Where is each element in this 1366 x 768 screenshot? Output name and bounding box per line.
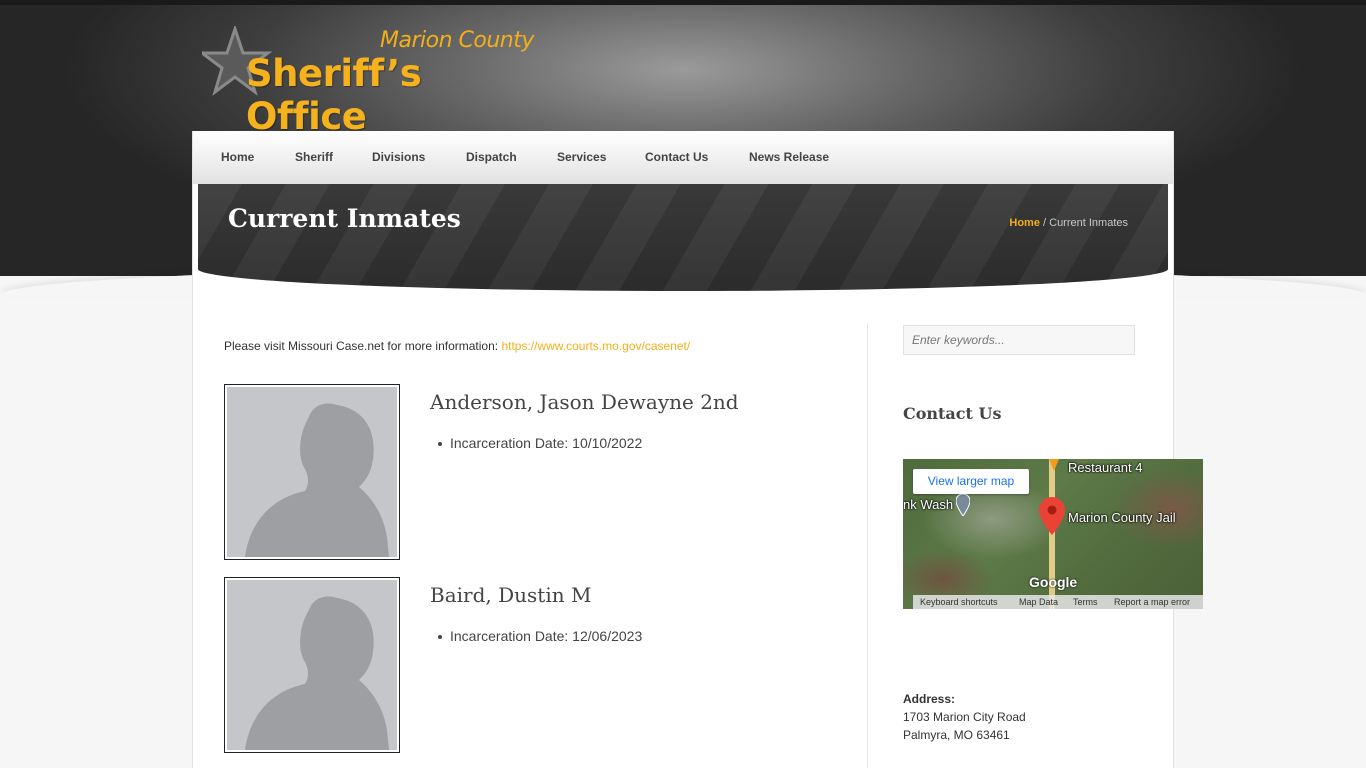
inmate-entry: Anderson, Jason Dewayne 2nd Incarceratio… [224, 384, 824, 560]
google-logo: Google [1029, 574, 1078, 590]
inmate-photo[interactable] [224, 384, 400, 560]
map-label-jail: Marion County Jail [1068, 510, 1176, 525]
address-line-1: 1703 Marion City Road [903, 710, 1026, 724]
map-data-link[interactable]: Map Data [1019, 597, 1058, 607]
main-nav: Home Sheriff Divisions Dispatch Services… [193, 131, 1173, 184]
site-logo[interactable]: Marion County Sheriff’s Office [202, 26, 542, 138]
silhouette-icon [245, 596, 389, 750]
sidebar-divider [867, 323, 868, 768]
nav-item-home[interactable]: Home [221, 150, 254, 164]
incarceration-date: Incarceration Date: 10/10/2022 [437, 435, 643, 451]
address-line-2: Palmyra, MO 63461 [903, 728, 1010, 742]
silhouette-icon [245, 403, 389, 557]
page-title-band: Current Inmates Home / Current Inmates [198, 184, 1168, 291]
keyboard-shortcuts-link[interactable]: Keyboard shortcuts [920, 597, 998, 607]
breadcrumb-home-link[interactable]: Home [1009, 217, 1040, 229]
page-title: Current Inmates [228, 204, 461, 233]
address-label: Address: [903, 692, 956, 706]
breadcrumb: Home / Current Inmates [1009, 217, 1128, 229]
contact-heading: Contact Us [903, 404, 1002, 423]
nav-item-news-release[interactable]: News Release [749, 150, 829, 164]
breadcrumb-separator: / [1039, 217, 1050, 229]
intro-label: Please visit Missouri Case.net for more … [224, 339, 502, 353]
map-restaurant-pin-icon [1049, 459, 1059, 471]
inmate-name[interactable]: Anderson, Jason Dewayne 2nd [430, 390, 739, 414]
map-label-wash: nk Wash [903, 497, 954, 512]
view-larger-map-button[interactable]: View larger map [913, 469, 1029, 494]
inmate-name[interactable]: Baird, Dustin M [430, 583, 591, 607]
intro-text: Please visit Missouri Case.net for more … [224, 339, 690, 353]
nav-item-services[interactable]: Services [557, 150, 606, 164]
nav-item-sheriff[interactable]: Sheriff [295, 150, 333, 164]
breadcrumb-current: Current Inmates [1049, 217, 1128, 229]
inmate-photo[interactable] [224, 577, 400, 753]
main-container: Home Sheriff Divisions Dispatch Services… [192, 131, 1203, 768]
map-marker-icon[interactable] [1039, 497, 1065, 535]
map-footer: Keyboard shortcuts Map Data Terms Report… [913, 595, 1203, 609]
terms-link[interactable]: Terms [1073, 597, 1098, 607]
logo-office-text: Sheriff’s Office [246, 52, 422, 138]
nav-item-contact-us[interactable]: Contact Us [645, 150, 708, 164]
map-label-restaurant: Restaurant 4 [1068, 460, 1143, 475]
location-map[interactable]: Restaurant 4 nk Wash Marion County Jail … [903, 459, 1203, 609]
logo-county-text: Marion County [380, 28, 534, 53]
report-map-error-link[interactable]: Report a map error [1114, 597, 1190, 607]
search-input[interactable] [903, 325, 1135, 355]
nav-item-divisions[interactable]: Divisions [372, 150, 425, 164]
map-place-pin-icon [956, 494, 970, 516]
nav-item-dispatch[interactable]: Dispatch [466, 150, 517, 164]
inmate-entry: Baird, Dustin M Incarceration Date: 12/0… [224, 577, 824, 753]
incarceration-date: Incarceration Date: 12/06/2023 [437, 628, 643, 644]
casenet-link[interactable]: https://www.courts.mo.gov/casenet/ [501, 339, 690, 353]
